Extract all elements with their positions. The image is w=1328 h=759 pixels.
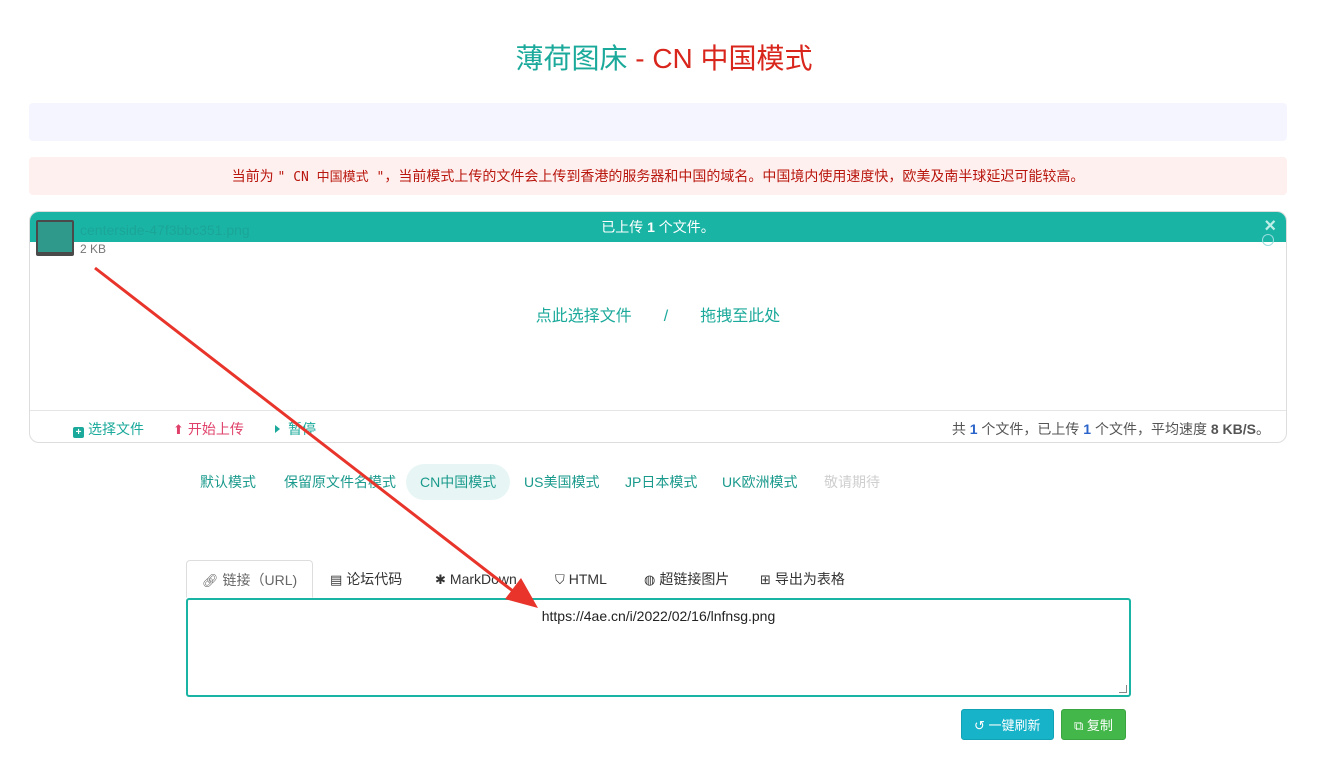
info-bar	[29, 103, 1287, 141]
file-thumbnail	[36, 220, 74, 256]
stat-uploaded: 1	[1083, 421, 1092, 437]
tab-markdown-label: MarkDown	[449, 571, 517, 587]
refresh-button[interactable]: ↺ 一键刷新	[961, 709, 1054, 740]
tab-forum-code[interactable]: ▤ 论坛代码	[330, 560, 402, 598]
table-icon: ⊞	[760, 572, 771, 587]
tab-url[interactable]: 🔗︎ 链接（URL)	[186, 560, 314, 598]
mode-uk[interactable]: UK欧洲模式	[708, 464, 811, 500]
tab-url-label: 链接（URL)	[222, 572, 298, 588]
page-title: 薄荷图床 - CN 中国模式	[0, 40, 1328, 78]
stat-speed: 8 KB/S	[1210, 421, 1256, 437]
copy-icon: ⧉	[1074, 718, 1087, 733]
resize-handle[interactable]	[1119, 685, 1127, 693]
tab-html-label: HTML	[568, 571, 607, 587]
tab-markdown[interactable]: ✱ MarkDown	[435, 560, 517, 598]
select-files-button[interactable]: + 选择文件	[73, 419, 144, 439]
mode-coming-soon: 敬请期待	[824, 474, 880, 490]
select-files-label: 选择文件	[88, 421, 144, 437]
tab-html[interactable]: ⛉ HTML	[555, 560, 607, 598]
tab-forum-label: 论坛代码	[346, 571, 403, 587]
link-icon: 🔗︎	[202, 573, 219, 588]
upload-icon: ⬆	[173, 422, 184, 437]
status-prefix: 已上传	[601, 219, 648, 235]
notice-mode: " CN 中国模式 "	[277, 170, 385, 185]
stat-mid: 个文件，已上传	[977, 421, 1084, 437]
file-size: 2 KB	[80, 242, 107, 256]
tab-export-table[interactable]: ⊞ 导出为表格	[760, 560, 845, 598]
globe-icon: ◍	[644, 572, 656, 587]
output-link-text[interactable]: https://4ae.cn/i/2022/02/16/lnfnsg.png	[542, 608, 776, 624]
tab-export-label: 导出为表格	[774, 571, 845, 587]
output-format-tabs: 🔗︎ 链接（URL) ▤ 论坛代码 ✱ MarkDown ⛉ HTML ◍ 超链接图片 ⊞…	[186, 560, 1130, 598]
tab-hyperlink-image[interactable]: ◍ 超链接图片	[644, 560, 729, 598]
close-icon[interactable]: ×	[1264, 216, 1276, 236]
select-file-link[interactable]: 点此选择文件	[536, 308, 632, 325]
file-name: centerside-47f3bbc351.png	[80, 222, 250, 238]
link-output-textarea[interactable]: https://4ae.cn/i/2022/02/16/lnfnsg.png	[186, 598, 1131, 697]
pause-label: 暂停	[288, 421, 316, 437]
retry-icon[interactable]	[1262, 234, 1274, 246]
drag-here-label: 拖拽至此处	[700, 308, 781, 325]
start-upload-button[interactable]: ⬆ 开始上传	[173, 419, 244, 439]
mode-title: - CN 中国模式	[627, 43, 813, 74]
drop-separator: /	[663, 308, 669, 325]
notice-suffix: ，当前模式上传的文件会上传到香港的服务器和中国的域名。中国境内使用速度快，欧美及…	[384, 168, 1085, 184]
html5-icon: ⛉	[555, 572, 565, 587]
mode-default[interactable]: 默认模式	[186, 464, 270, 500]
copy-button[interactable]: ⧉ 复制	[1061, 709, 1126, 740]
site-name: 薄荷图床	[515, 43, 628, 74]
plus-icon: +	[73, 427, 84, 438]
stat-prefix: 共	[951, 421, 970, 437]
mode-keep-filename[interactable]: 保留原文件名模式	[270, 464, 410, 500]
notice-prefix: 当前为	[231, 168, 278, 184]
play-icon	[275, 425, 280, 433]
mode-us[interactable]: US美国模式	[510, 464, 613, 500]
asterisk-icon: ✱	[435, 572, 446, 587]
tab-hyperlink-label: 超链接图片	[659, 571, 730, 587]
mode-notice: 当前为 " CN 中国模式 "，当前模式上传的文件会上传到香港的服务器和中国的域…	[29, 157, 1287, 195]
mode-jp[interactable]: JP日本模式	[611, 464, 711, 500]
drop-zone[interactable]: 点此选择文件 / 拖拽至此处	[30, 302, 1286, 326]
comment-icon: ▤	[330, 572, 343, 587]
file-uploader[interactable]: 已上传 1 个文件。 × centerside-47f3bbc351.png 2…	[29, 211, 1287, 443]
stat-mid2: 个文件，平均速度	[1091, 421, 1211, 437]
status-suffix: 个文件。	[654, 219, 715, 235]
upload-stats: 共 1 个文件，已上传 1 个文件，平均速度 8 KB/S。	[952, 419, 1270, 439]
stat-end: 。	[1256, 421, 1270, 437]
mode-cn[interactable]: CN中国模式	[406, 464, 511, 500]
start-upload-label: 开始上传	[187, 421, 244, 437]
refresh-icon: ↺	[974, 718, 989, 733]
status-count: 1	[647, 219, 655, 235]
copy-label: 复制	[1086, 718, 1113, 733]
pause-button[interactable]: 暂停	[275, 419, 316, 439]
uploader-footer: + 选择文件 ⬆ 开始上传 暂停 共 1 个文件，已上传 1 个文件，平均速度 8 …	[30, 410, 1286, 442]
refresh-label: 一键刷新	[988, 718, 1041, 733]
stat-total: 1	[969, 421, 978, 437]
